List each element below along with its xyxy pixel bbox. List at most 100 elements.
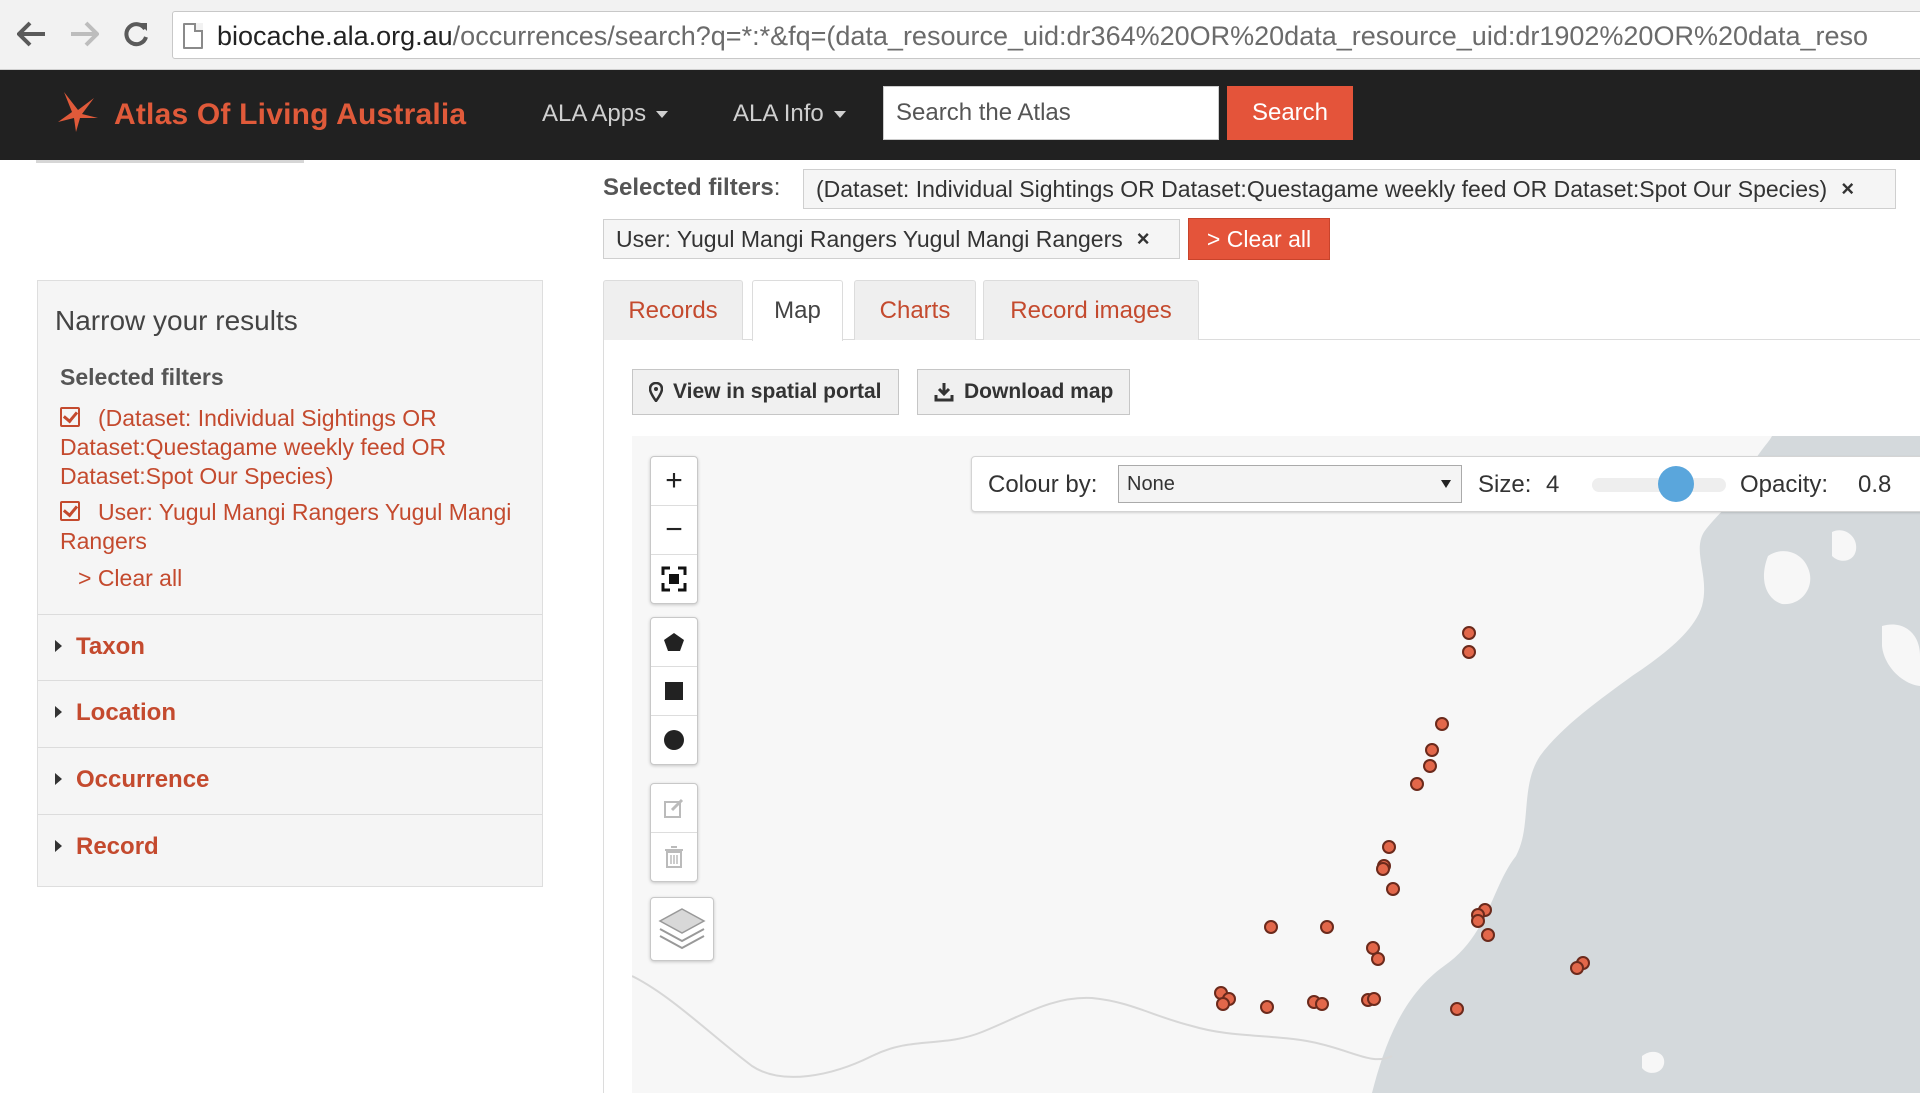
caret-down-icon [833,111,846,119]
filter-chip-label: (Dataset: Individual Sightings OR Datase… [816,175,1828,202]
view-in-spatial-portal-button[interactable]: View in spatial portal [632,369,899,415]
sidebar-title: Narrow your results [55,305,298,336]
divider [36,160,304,163]
edit-controls [650,783,698,882]
sidebar-clear-all-link[interactable]: > Clear all [78,565,182,592]
url-text: biocache.ala.org.au/occurrences/search?q… [217,21,1869,51]
opacity-label: Opacity: [1740,471,1829,498]
occurrence-point[interactable] [1425,743,1439,757]
occurrence-point[interactable] [1570,961,1584,975]
menu-ala-info-label: ALA Info [733,100,824,127]
occurrence-point[interactable] [1382,840,1396,854]
tab-records[interactable]: Records [603,280,743,340]
menu-ala-info[interactable]: ALA Info [733,100,846,128]
draw-controls [650,617,698,765]
size-value: 4 [1546,471,1560,498]
facet-location[interactable]: Location [38,680,542,746]
draw-circle-icon[interactable] [651,716,697,764]
filter-chip-label: User: Yugul Mangi Rangers Yugul Mangi Ra… [616,225,1123,252]
draw-polygon-icon[interactable] [651,618,697,667]
tab-record-images[interactable]: Record images [983,280,1199,340]
size-slider-handle[interactable] [1658,466,1694,502]
browser-toolbar: biocache.ala.org.au/occurrences/search?q… [0,0,1920,70]
tab-map[interactable]: Map [752,280,843,341]
remove-filter-icon[interactable]: × [1841,176,1854,202]
search-input[interactable] [883,86,1219,140]
selected-filters-title: Selected filters [60,364,224,390]
filter-chip-dataset[interactable]: (Dataset: Individual Sightings OR Datase… [803,169,1896,209]
occurrence-point[interactable] [1371,952,1385,966]
caret-right-icon [55,773,62,785]
map-style-panel: Colour by: None Size: 4 Opacity: 0.8 [971,456,1920,512]
size-label: Size: [1478,471,1532,498]
occurrence-point[interactable] [1435,717,1449,731]
occurrence-points [1214,626,1590,1016]
layers-control[interactable] [650,897,714,961]
caret-right-icon [55,706,62,718]
occurrence-point[interactable] [1410,777,1424,791]
selected-filters-label: Selected filters: [603,174,780,202]
occurrence-point[interactable] [1481,928,1495,942]
occurrence-point[interactable] [1367,992,1381,1006]
filter-label: User: Yugul Mangi Rangers Yugul Mangi Ra… [60,499,512,554]
caret-right-icon [55,640,62,652]
draw-rectangle-icon[interactable] [651,667,697,716]
occurrence-point[interactable] [1216,997,1230,1011]
occurrence-point[interactable] [1320,920,1334,934]
occurrence-point[interactable] [1376,862,1390,876]
search-button[interactable]: Search [1227,86,1353,140]
ala-logo-icon[interactable] [54,88,102,136]
occurrence-map[interactable]: + − Colour by: None Size: 4 Opacity: 0.8 [632,436,1920,1093]
facet-record[interactable]: Record [38,814,542,880]
page-icon [183,23,203,49]
facet-label: Location [76,699,176,726]
fullscreen-icon[interactable] [651,555,697,603]
occurrence-point[interactable] [1264,920,1278,934]
checkbox-checked-icon[interactable] [60,501,80,521]
opacity-value: 0.8 [1858,471,1892,498]
download-map-label: Download map [964,380,1114,403]
address-bar[interactable]: biocache.ala.org.au/occurrences/search?q… [172,11,1920,59]
layers-icon [658,908,706,950]
colour-by-select[interactable]: None [1118,465,1462,503]
selected-filters-text: Selected filters [603,174,774,201]
colon: : [773,174,781,201]
download-map-button[interactable]: Download map [917,369,1131,415]
tab-charts[interactable]: Charts [854,280,976,340]
menu-ala-apps[interactable]: ALA Apps [542,100,669,128]
occurrence-point[interactable] [1315,997,1329,1011]
checkbox-checked-icon[interactable] [60,407,80,427]
menu-ala-apps-label: ALA Apps [542,100,647,127]
selected-filter-user[interactable]: User: Yugul Mangi Rangers Yugul Mangi Ra… [60,498,520,556]
delete-layer-icon[interactable] [651,833,697,881]
facet-label: Occurrence [76,766,210,793]
brand-title[interactable]: Atlas Of Living Australia [114,98,466,132]
facets-sidebar: Narrow your results Selected filters (Da… [37,280,543,887]
reload-icon[interactable] [116,14,156,54]
back-arrow-icon[interactable] [12,14,52,54]
map-marker-icon [649,382,663,402]
filter-chip-user[interactable]: User: Yugul Mangi Rangers Yugul Mangi Ra… [603,219,1180,259]
view-spatial-label: View in spatial portal [673,380,882,403]
clear-all-button[interactable]: > Clear all [1188,218,1330,260]
content-border [603,340,604,1093]
occurrence-point[interactable] [1471,914,1485,928]
dropdown-arrow-icon [1441,480,1451,488]
forward-arrow-icon[interactable] [64,14,104,54]
facet-label: Taxon [76,633,145,660]
facet-label: Record [76,833,159,860]
facet-taxon[interactable]: Taxon [38,614,542,680]
zoom-controls: + − [650,456,698,604]
occurrence-point[interactable] [1462,645,1476,659]
zoom-in-icon[interactable]: + [651,457,697,506]
zoom-out-icon[interactable]: − [651,506,697,555]
occurrence-point[interactable] [1260,1000,1274,1014]
edit-layer-icon[interactable] [651,784,697,833]
occurrence-point[interactable] [1423,759,1437,773]
occurrence-point[interactable] [1462,626,1476,640]
occurrence-point[interactable] [1450,1002,1464,1016]
selected-filter-dataset[interactable]: (Dataset: Individual Sightings OR Datase… [60,404,520,491]
occurrence-point[interactable] [1386,882,1400,896]
remove-filter-icon[interactable]: × [1137,226,1150,252]
facet-occurrence[interactable]: Occurrence [38,747,542,813]
